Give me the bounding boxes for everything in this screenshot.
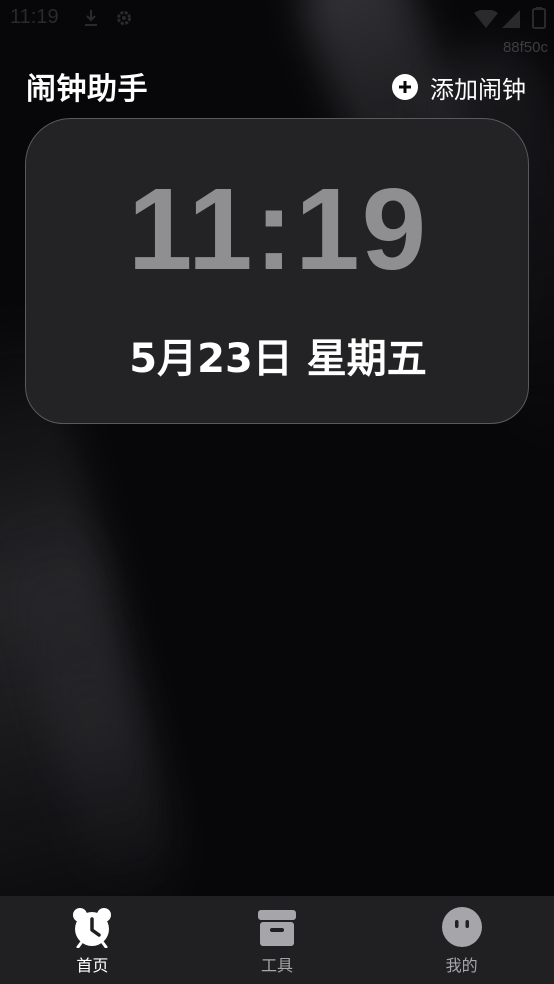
tab-home[interactable]: 首页: [0, 896, 185, 984]
tab-tools-label: 工具: [261, 956, 294, 975]
bottom-tab-bar: 首页 工具 我的: [0, 896, 554, 984]
archive-box-icon: [258, 910, 296, 946]
gear-icon: [117, 11, 131, 25]
download-icon: [85, 10, 97, 26]
tab-mine-label: 我的: [445, 956, 478, 975]
status-bar: 11:19: [0, 0, 554, 36]
wifi-icon: [474, 10, 498, 28]
background-streak: [0, 494, 181, 886]
page-title: 闹钟助手: [26, 72, 148, 107]
alarm-home-screen: 11:19 88f50c 闹钟助手 添加闹钟 11:19 5月23日 星期五 首…: [0, 0, 554, 984]
face-icon: [441, 907, 482, 947]
tab-tools[interactable]: 工具: [185, 896, 370, 984]
build-tag: 88f50c: [502, 39, 548, 56]
plus-circle-icon: [392, 74, 418, 100]
clock-time: 11:19: [127, 164, 429, 294]
tab-mine[interactable]: 我的: [369, 896, 554, 984]
signal-icon: [502, 10, 520, 28]
tab-home-label: 首页: [76, 956, 109, 975]
add-alarm-label: 添加闹钟: [430, 75, 526, 104]
status-time: 11:19: [10, 6, 59, 28]
add-alarm-button[interactable]: 添加闹钟: [392, 70, 526, 104]
alarm-clock-icon: [73, 908, 112, 948]
clock-date: 5月23日 星期五: [129, 336, 427, 382]
clock-card: 11:19 5月23日 星期五: [25, 118, 529, 424]
battery-icon: [532, 7, 546, 29]
